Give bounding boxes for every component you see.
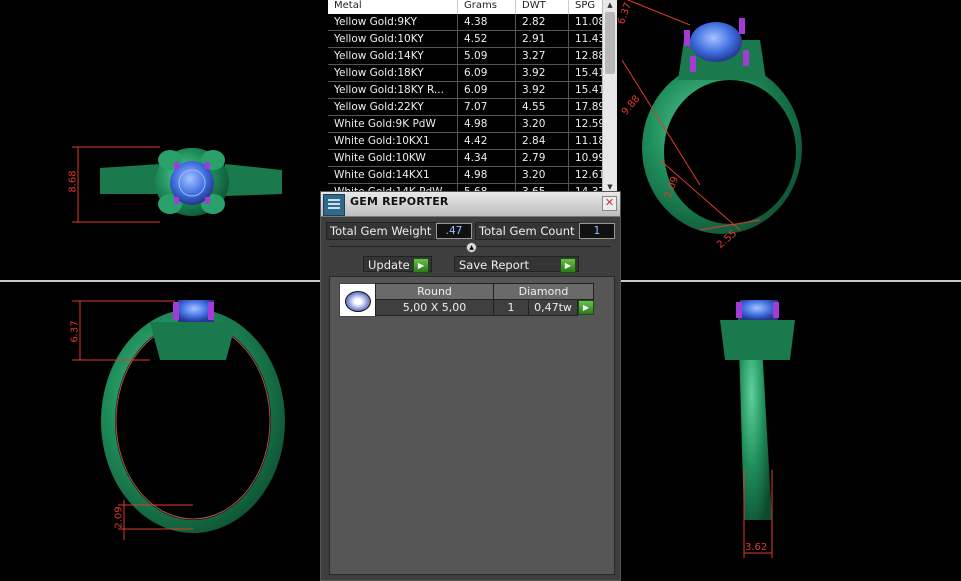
scroll-up-icon[interactable]: ▲ <box>603 0 617 11</box>
total-gem-weight-field[interactable]: .47 <box>436 223 472 239</box>
gem-size-cell: 5,00 X 5,00 <box>375 299 494 316</box>
cell-metal: White Gold:9K PdW <box>328 116 458 132</box>
table-row[interactable]: Yellow Gold:18KY 6.09 3.92 15.41 <box>328 65 617 82</box>
cell-grams: 5.09 <box>458 48 516 64</box>
cell-metal: White Gold:10KX1 <box>328 133 458 149</box>
cell-grams: 7.07 <box>458 99 516 115</box>
gem-reporter-panel: GEM REPORTER ✕ Total Gem Weight .47 Tota… <box>320 191 621 581</box>
metal-table-header: Metal Grams DWT SPG <box>328 0 617 14</box>
ring-perspective-view <box>621 0 802 234</box>
cell-grams: 4.52 <box>458 31 516 47</box>
cell-dwt: 3.92 <box>516 65 569 81</box>
table-row[interactable]: Yellow Gold:9KY 4.38 2.82 11.08 <box>328 14 617 31</box>
cell-dwt: 3.27 <box>516 48 569 64</box>
gem-detail-button[interactable]: ▶ <box>578 300 594 315</box>
cell-metal: White Gold:10KW <box>328 150 458 166</box>
table-row[interactable]: Yellow Gold:14KY 5.09 3.27 12.88 <box>328 48 617 65</box>
cell-grams: 6.09 <box>458 65 516 81</box>
save-report-button[interactable]: Save Report ▶ <box>454 256 579 273</box>
table-row[interactable]: White Gold:14KX1 4.98 3.20 12.61 <box>328 167 617 184</box>
col-grams[interactable]: Grams <box>458 0 516 14</box>
ring-front-view <box>72 300 285 540</box>
cell-dwt: 3.92 <box>516 82 569 98</box>
total-gem-weight-label: Total Gem Weight <box>326 222 437 240</box>
cell-grams: 4.38 <box>458 14 516 30</box>
total-gem-count-label: Total Gem Count <box>475 222 581 240</box>
gem-reporter-icon <box>323 194 345 216</box>
cell-metal: Yellow Gold:22KY <box>328 99 458 115</box>
cell-dwt: 2.84 <box>516 133 569 149</box>
gem-shape-cell: Round <box>375 283 494 300</box>
cell-grams: 4.34 <box>458 150 516 166</box>
cell-grams: 4.42 <box>458 133 516 149</box>
cell-metal: White Gold:14KX1 <box>328 167 458 183</box>
cell-dwt: 2.79 <box>516 150 569 166</box>
ring-side-view <box>720 300 795 558</box>
update-button[interactable]: Update ▶ <box>363 256 432 273</box>
update-button-label: Update <box>368 258 410 272</box>
total-gem-count-field[interactable]: 1 <box>579 223 615 239</box>
dim-top-height: 8.68 <box>67 170 79 193</box>
metal-weight-table[interactable]: Metal Grams DWT SPG Yellow Gold:9KY 4.38 2… <box>328 0 617 193</box>
col-metal[interactable]: Metal <box>328 0 458 14</box>
close-icon[interactable]: ✕ <box>602 196 617 211</box>
table-row[interactable]: Yellow Gold:18KY R... 6.09 3.92 15.41 <box>328 82 617 99</box>
col-dwt[interactable]: DWT <box>516 0 569 14</box>
cell-grams: 4.98 <box>458 167 516 183</box>
gem-count-cell: 1 <box>493 299 529 316</box>
table-row[interactable]: Yellow Gold:10KY 4.52 2.91 11.43 <box>328 31 617 48</box>
cell-dwt: 3.20 <box>516 167 569 183</box>
cell-grams: 6.09 <box>458 82 516 98</box>
metal-table-scrollbar[interactable]: ▲ ▼ <box>602 0 617 193</box>
cell-metal: Yellow Gold:14KY <box>328 48 458 64</box>
dim-shank-bottom: 2.09 <box>113 506 125 529</box>
gem-weight-cell: 0,47tw <box>528 299 578 316</box>
table-row[interactable]: White Gold:9K PdW 4.98 3.20 12.59 <box>328 116 617 133</box>
save-report-button-label: Save Report <box>459 258 530 272</box>
scroll-thumb[interactable] <box>605 12 615 74</box>
gem-type-cell: Diamond <box>493 283 594 300</box>
cell-metal: Yellow Gold:18KY <box>328 65 458 81</box>
metal-table-body: Yellow Gold:9KY 4.38 2.82 11.08 Yellow Gold… <box>328 14 617 193</box>
cell-dwt: 2.82 <box>516 14 569 30</box>
cell-dwt: 2.91 <box>516 31 569 47</box>
dim-side-height: 6.37 <box>69 320 81 343</box>
play-icon: ▶ <box>413 258 429 273</box>
ring-top-view <box>72 146 282 223</box>
gem-reporter-title: GEM REPORTER <box>350 195 449 208</box>
table-row[interactable]: White Gold:10KX1 4.42 2.84 11.18 <box>328 133 617 150</box>
cell-grams: 4.98 <box>458 116 516 132</box>
dim-profile-width: 3.62 <box>745 542 768 553</box>
cell-metal: Yellow Gold:10KY <box>328 31 458 47</box>
collapse-icon[interactable]: ▲ <box>466 242 477 253</box>
round-gem-icon <box>345 291 371 312</box>
cell-metal: Yellow Gold:18KY R... <box>328 82 458 98</box>
play-icon: ▶ <box>560 258 576 273</box>
table-row[interactable]: Yellow Gold:22KY 7.07 4.55 17.89 <box>328 99 617 116</box>
table-row[interactable]: White Gold:10KW 4.34 2.79 10.99 <box>328 150 617 167</box>
gem-list: Round Diamond 5,00 X 5,00 1 0,47tw ▶ <box>329 276 615 575</box>
gem-reporter-titlebar[interactable]: GEM REPORTER ✕ <box>321 192 620 217</box>
gem-thumbnail <box>339 283 376 317</box>
cell-dwt: 4.55 <box>516 99 569 115</box>
cell-metal: Yellow Gold:9KY <box>328 14 458 30</box>
cell-dwt: 3.20 <box>516 116 569 132</box>
